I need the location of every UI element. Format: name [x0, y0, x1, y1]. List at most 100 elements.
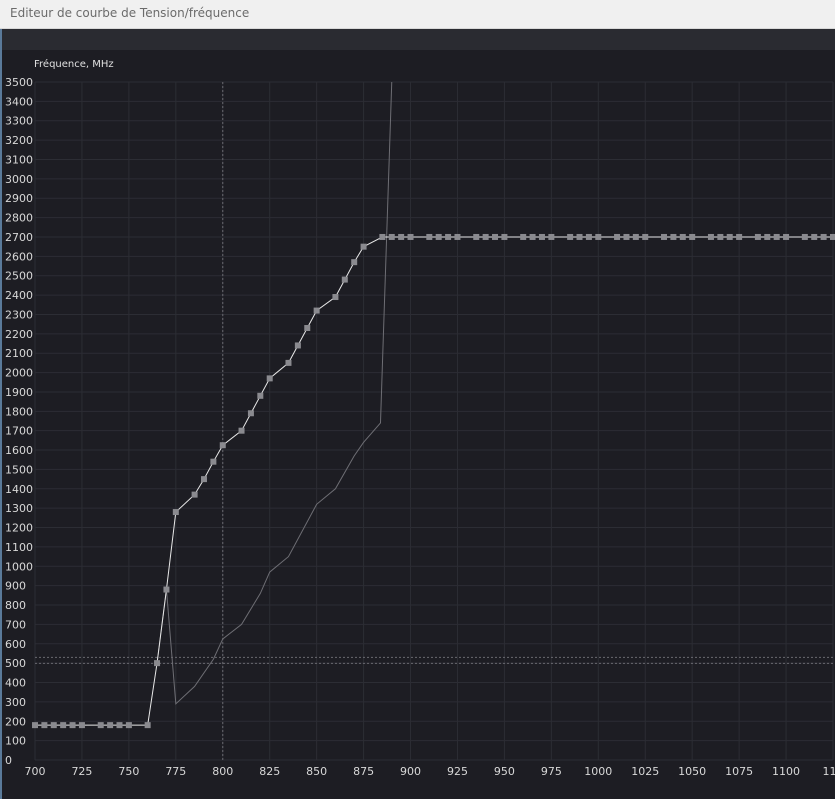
y-tick-label: 1200 [5, 522, 33, 535]
y-tick-label: 2100 [5, 347, 33, 360]
y-tick-label: 2400 [5, 289, 33, 302]
x-tick-label: 1075 [725, 765, 753, 778]
vf-curve-point[interactable] [219, 442, 226, 449]
y-tick-label: 3400 [5, 95, 33, 108]
x-tick-label: 900 [400, 765, 421, 778]
y-tick-label: 800 [5, 599, 26, 612]
vf-curve-point[interactable] [426, 233, 433, 240]
vf-curve-point[interactable] [623, 233, 630, 240]
vf-curve-point[interactable] [388, 233, 395, 240]
x-tick-label: 925 [447, 765, 468, 778]
vf-curve-point[interactable] [661, 233, 668, 240]
vf-curve-point[interactable] [294, 342, 301, 349]
y-tick-label: 300 [5, 696, 26, 709]
vf-curve-point[interactable] [501, 233, 508, 240]
vf-curve-point[interactable] [736, 233, 743, 240]
vf-curve-point[interactable] [576, 233, 583, 240]
vf-curve-point[interactable] [454, 233, 461, 240]
vf-curve-point[interactable] [754, 233, 761, 240]
vf-curve-point[interactable] [398, 233, 405, 240]
vf-curve-chart[interactable]: Fréquence, MHz 0 100 200 300 400 500 600 700 800 9… [0, 50, 835, 799]
vf-curve-point[interactable] [313, 307, 320, 314]
y-tick-label: 1300 [5, 502, 33, 515]
vf-curve-point[interactable] [473, 233, 480, 240]
vf-curve-point[interactable] [811, 233, 818, 240]
vf-curve-point[interactable] [332, 294, 339, 301]
y-tick-label: 2700 [5, 231, 33, 244]
vf-curve-point[interactable] [266, 375, 273, 382]
vf-curve-point[interactable] [707, 233, 714, 240]
vf-curve-point[interactable] [116, 722, 123, 729]
vf-curve-point[interactable] [642, 233, 649, 240]
vf-curve-point[interactable] [200, 476, 207, 483]
vf-curve-point[interactable] [830, 233, 835, 240]
vf-curve-point[interactable] [360, 243, 367, 250]
y-tick-label: 1600 [5, 444, 33, 457]
vf-curve-point[interactable] [679, 233, 686, 240]
vf-curve-point[interactable] [304, 325, 311, 332]
chart-svg[interactable]: Fréquence, MHz 0 100 200 300 400 500 600 700 800 9… [0, 50, 835, 799]
x-tick-label: 1100 [772, 765, 800, 778]
vf-curve-point[interactable] [341, 276, 348, 283]
vf-curve-point[interactable] [163, 586, 170, 593]
x-tick-label: 750 [118, 765, 139, 778]
vf-curve-point[interactable] [435, 233, 442, 240]
vf-curve-point[interactable] [379, 233, 386, 240]
vf-curve-point[interactable] [689, 233, 696, 240]
vf-curve-point[interactable] [783, 233, 790, 240]
vf-curve-point[interactable] [548, 233, 555, 240]
x-tick-label: 700 [25, 765, 46, 778]
vf-curve-point[interactable] [78, 722, 85, 729]
vf-curve-point[interactable] [172, 509, 179, 516]
x-tick-label: 950 [494, 765, 515, 778]
vf-curve-point[interactable] [632, 233, 639, 240]
vf-curve-point[interactable] [60, 722, 67, 729]
vf-curve-point[interactable] [445, 233, 452, 240]
vf-curve-point[interactable] [210, 458, 217, 465]
vf-curve-point[interactable] [529, 233, 536, 240]
vf-curve-point[interactable] [585, 233, 592, 240]
vf-curve-point[interactable] [32, 722, 38, 729]
vf-curve-point[interactable] [285, 359, 292, 366]
vf-curve-point[interactable] [773, 233, 780, 240]
vf-curve-point[interactable] [125, 722, 132, 729]
vf-curve-point[interactable] [191, 491, 198, 498]
vf-curve-point[interactable] [482, 233, 489, 240]
x-tick-label: 875 [353, 765, 374, 778]
vf-curve-point[interactable] [144, 722, 151, 729]
vf-curve-point[interactable] [595, 233, 602, 240]
vf-curve-point[interactable] [257, 392, 264, 399]
window-titlebar: Editeur de courbe de Tension/fréquence [0, 0, 835, 29]
vf-curve-point[interactable] [764, 233, 771, 240]
y-tick-label: 100 [5, 735, 26, 748]
vf-curve-point[interactable] [520, 233, 527, 240]
vf-curve-point[interactable] [670, 233, 677, 240]
vf-curve-point[interactable] [614, 233, 621, 240]
vf-curve-point[interactable] [50, 722, 57, 729]
vf-curve-point[interactable] [351, 259, 358, 266]
vf-curve-point[interactable] [97, 722, 104, 729]
vf-curve-point[interactable] [107, 722, 114, 729]
vf-curve-point[interactable] [717, 233, 724, 240]
y-tick-label: 1000 [5, 560, 33, 573]
vf-curve-point[interactable] [238, 427, 245, 434]
x-tick-label: 825 [259, 765, 280, 778]
y-tick-label: 700 [5, 618, 26, 631]
y-tick-label: 3100 [5, 153, 33, 166]
vf-curve-point[interactable] [154, 660, 161, 667]
vf-curve-point[interactable] [69, 722, 76, 729]
y-tick-label: 2300 [5, 308, 33, 321]
vf-curve-point[interactable] [407, 233, 414, 240]
vf-curve-point[interactable] [492, 233, 499, 240]
vf-curve-point[interactable] [801, 233, 808, 240]
vf-curve-point[interactable] [567, 233, 574, 240]
y-tick-label: 3300 [5, 115, 33, 128]
toolbar-strip [0, 29, 835, 50]
vf-curve-point[interactable] [820, 233, 827, 240]
vf-curve-point[interactable] [726, 233, 733, 240]
vf-curve-point[interactable] [247, 410, 254, 417]
y-tick-label: 400 [5, 677, 26, 690]
vf-curve-point[interactable] [538, 233, 545, 240]
y-tick-label: 2200 [5, 328, 33, 341]
vf-curve-point[interactable] [41, 722, 48, 729]
